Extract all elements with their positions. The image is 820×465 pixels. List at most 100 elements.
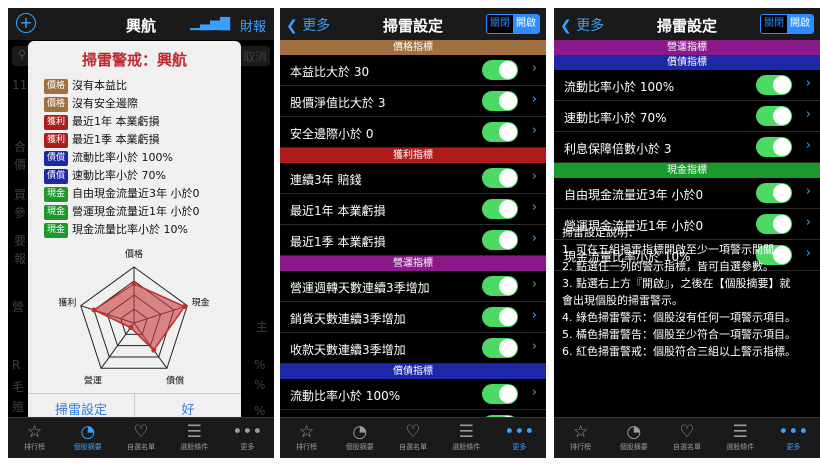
radar-axis-label: 價格 <box>125 248 143 260</box>
chevron-right-icon[interactable]: › <box>532 169 537 184</box>
tab-filter[interactable]: ☰ 選股條件 <box>440 418 493 458</box>
setting-row[interactable]: 連續3年 賠錢 › <box>280 163 546 194</box>
setting-label: 最近1年 本業虧損 <box>290 204 386 218</box>
section-header: 營運指標 <box>280 256 546 271</box>
chevron-right-icon[interactable]: › <box>532 92 537 107</box>
setting-label: 連續3年 賠錢 <box>290 173 362 187</box>
setting-row[interactable]: 流動比率小於 100% › <box>280 379 546 410</box>
note-line: 5. 橘色掃雷警告：個股至少符合一項警示項目。 <box>562 328 796 341</box>
warning-item: 價格 沒有安全邊際 <box>44 95 138 112</box>
tab-filter[interactable]: ☰ 選股條件 <box>714 418 767 458</box>
tab-star[interactable]: ☆ 排行榜 <box>8 418 61 458</box>
tab-label: 排行榜 <box>24 443 46 451</box>
toggle-switch[interactable] <box>756 106 792 126</box>
chevron-right-icon[interactable]: › <box>532 339 537 354</box>
tab-more[interactable]: ••• 更多 <box>767 418 820 458</box>
warning-text: 流動比率小於 100% <box>72 151 173 164</box>
tab-heart[interactable]: ♡ 自選名單 <box>114 418 167 458</box>
gauge-icon: ◔ <box>80 422 96 442</box>
warning-item: 現金 現金流量比率小於 10% <box>44 221 188 238</box>
toggle-switch[interactable] <box>482 338 518 358</box>
setting-row[interactable]: 股價淨值比大於 3 › <box>280 86 546 117</box>
note-line: 2. 點選任一列的警示指標，皆可自選參數。 <box>562 260 774 273</box>
tab-gauge[interactable]: ◔ 個股摘要 <box>607 418 660 458</box>
setting-row[interactable]: 流動比率小於 100% › <box>554 70 820 101</box>
note-line: 掃雷設定說明： <box>562 226 639 239</box>
setting-row[interactable]: 收款天數連續3季增加 › <box>280 333 546 364</box>
chevron-right-icon[interactable]: › <box>532 277 537 292</box>
chevron-right-icon[interactable]: › <box>806 76 811 91</box>
chevron-right-icon[interactable]: › <box>806 107 811 122</box>
tab-heart[interactable]: ♡ 自選名單 <box>386 418 439 458</box>
financial-report-link[interactable]: 財報 <box>240 16 266 35</box>
tab-filter[interactable]: ☰ 選股條件 <box>168 418 221 458</box>
seg-on[interactable]: 開啟 <box>513 15 539 33</box>
chevron-right-icon[interactable]: › <box>806 184 811 199</box>
header: ❮ 更多 掃雷設定 關閉 開啟 <box>554 8 820 40</box>
seg-on[interactable]: 開啟 <box>787 15 813 33</box>
star-icon: ☆ <box>298 422 315 442</box>
tab-more[interactable]: ••• 更多 <box>221 418 274 458</box>
tab-star[interactable]: ☆ 排行榜 <box>280 418 333 458</box>
warning-item: 獲利 最近1年 本業虧損 <box>44 113 160 130</box>
category-badge: 債償 <box>44 150 68 166</box>
setting-row[interactable]: 最近1季 本業虧損 › <box>280 225 546 256</box>
chevron-right-icon[interactable]: › <box>806 138 811 153</box>
toggle-switch[interactable] <box>482 91 518 111</box>
setting-label: 流動比率小於 100% <box>290 389 401 403</box>
toggle-switch[interactable] <box>482 276 518 296</box>
seg-off[interactable]: 關閉 <box>761 15 787 33</box>
setting-row[interactable]: 自由現金流量近3年 小於0 › <box>554 178 820 209</box>
toggle-switch[interactable] <box>482 60 518 80</box>
seg-off[interactable]: 關閉 <box>487 15 513 33</box>
radar-point <box>91 307 97 313</box>
toggle-switch[interactable] <box>756 183 792 203</box>
chevron-right-icon[interactable]: › <box>532 308 537 323</box>
setting-row[interactable]: 銷貨天數連續3季增加 › <box>280 302 546 333</box>
toggle-switch[interactable] <box>482 168 518 188</box>
toggle-switch[interactable] <box>482 230 518 250</box>
toggle-switch[interactable] <box>482 122 518 142</box>
warning-text: 沒有本益比 <box>72 79 127 92</box>
setting-row[interactable]: 營運週轉天數連續3季增加 › <box>280 271 546 302</box>
tab-label: 選股條件 <box>452 443 481 451</box>
tab-gauge[interactable]: ◔ 個股摘要 <box>61 418 114 458</box>
toggle-switch[interactable] <box>482 199 518 219</box>
note-line: 1. 可在五組掃雷指標開啟至少一項警示開關。 <box>562 243 785 256</box>
tab-label: 選股條件 <box>726 443 755 451</box>
setting-label: 速動比率小於 70% <box>564 111 667 125</box>
setting-row[interactable]: 安全邊際小於 0 › <box>280 117 546 148</box>
header: + 興航 ▁▃▅▇ 財報 <box>8 8 274 40</box>
on-off-segmented-control: 關閉 開啟 <box>486 14 540 34</box>
setting-row[interactable]: 本益比大於 30 › <box>280 55 546 86</box>
chevron-right-icon[interactable]: › <box>532 231 537 246</box>
setting-row[interactable]: 速動比率小於 70% › <box>554 101 820 132</box>
setting-row[interactable]: 最近1年 本業虧損 › <box>280 194 546 225</box>
tab-gauge[interactable]: ◔ 個股摘要 <box>333 418 386 458</box>
more-icon: ••• <box>778 422 809 442</box>
radar-point <box>151 347 157 353</box>
toggle-switch[interactable] <box>756 75 792 95</box>
chevron-right-icon[interactable]: › <box>532 385 537 400</box>
chevron-right-icon[interactable]: › <box>532 200 537 215</box>
tab-heart[interactable]: ♡ 自選名單 <box>660 418 713 458</box>
heart-icon: ♡ <box>405 422 421 442</box>
tab-more[interactable]: ••• 更多 <box>493 418 546 458</box>
chevron-right-icon[interactable]: › <box>532 61 537 76</box>
tab-label: 排行榜 <box>296 443 318 451</box>
category-badge: 價格 <box>44 78 68 94</box>
setting-label: 銷貨天數連續3季增加 <box>290 312 406 326</box>
toggle-switch[interactable] <box>482 307 518 327</box>
warning-item: 現金 自由現金流量近3年 小於0 <box>44 185 200 202</box>
bar-chart-icon[interactable]: ▁▃▅▇ <box>190 16 230 31</box>
toggle-switch[interactable] <box>756 137 792 157</box>
setting-label: 流動比率小於 100% <box>564 80 675 94</box>
setting-row[interactable]: 利息保障倍數小於 3 › <box>554 132 820 163</box>
settings-notes: 掃雷設定說明： 1. 可在五組掃雷指標開啟至少一項警示開關。 2. 點選任一列的警示… <box>562 224 814 360</box>
chevron-right-icon[interactable]: › <box>532 123 537 138</box>
tab-star[interactable]: ☆ 排行榜 <box>554 418 607 458</box>
tab-label: 個股摘要 <box>345 443 374 451</box>
radar-point <box>131 281 137 287</box>
setting-label: 本益比大於 30 <box>290 65 370 79</box>
toggle-switch[interactable] <box>482 384 518 404</box>
